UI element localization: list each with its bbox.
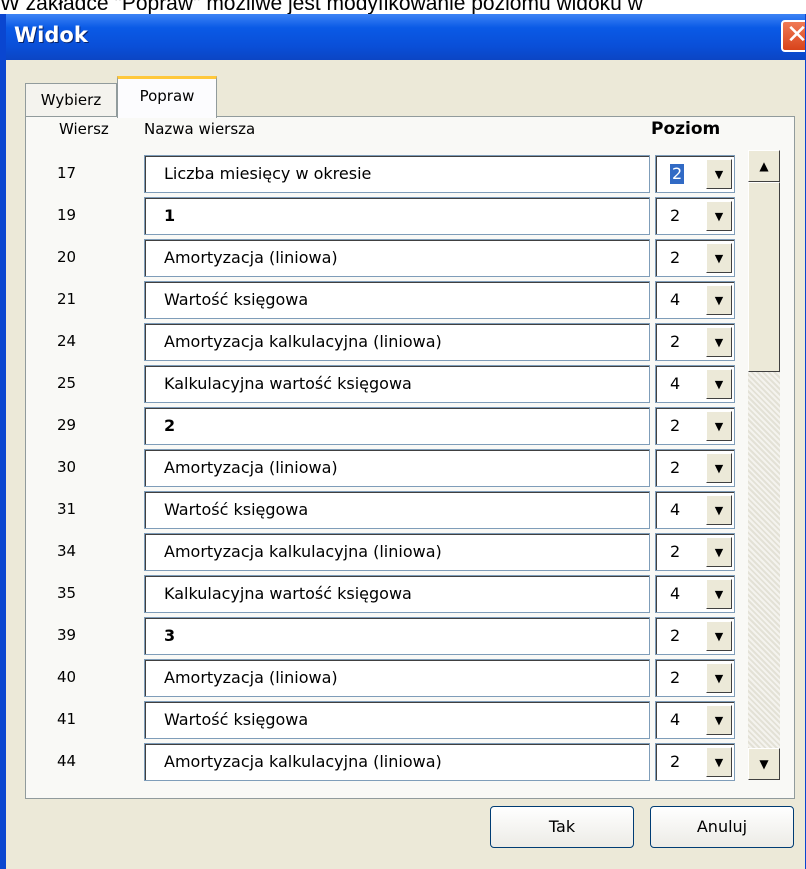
chevron-down-icon[interactable]: ▼ bbox=[706, 621, 732, 651]
row-number: 17 bbox=[57, 164, 77, 182]
ok-button[interactable]: Tak bbox=[490, 806, 634, 848]
level-select[interactable]: 2 ▼ bbox=[655, 197, 735, 235]
level-select[interactable]: 2 ▼ bbox=[655, 323, 735, 361]
chevron-down-icon[interactable]: ▼ bbox=[706, 159, 732, 189]
vertical-scrollbar[interactable]: ▲ ▼ bbox=[748, 150, 780, 780]
level-select[interactable]: 2 ▼ bbox=[655, 155, 735, 193]
tab-wybierz[interactable]: Wybierz bbox=[25, 83, 117, 117]
chevron-down-icon[interactable]: ▼ bbox=[706, 705, 732, 735]
chevron-down-icon[interactable]: ▼ bbox=[706, 411, 732, 441]
row-name-field[interactable]: 2 bbox=[144, 407, 650, 445]
chevron-down-icon[interactable]: ▼ bbox=[706, 369, 732, 399]
level-value: 2 bbox=[670, 542, 681, 561]
arrow-down-icon[interactable]: ▼ bbox=[748, 748, 780, 780]
chevron-down-icon[interactable]: ▼ bbox=[706, 663, 732, 693]
row-number: 31 bbox=[57, 500, 77, 518]
row-name-field[interactable]: Wartość księgowa bbox=[144, 491, 650, 529]
chevron-down-icon[interactable]: ▼ bbox=[706, 537, 732, 567]
arrow-up-icon[interactable]: ▲ bbox=[748, 150, 780, 182]
level-select[interactable]: 2 ▼ bbox=[655, 239, 735, 277]
level-select[interactable]: 2 ▼ bbox=[655, 533, 735, 571]
row-name-field[interactable]: Amortyzacja kalkulacyjna (liniowa) bbox=[144, 533, 650, 571]
column-header-row: Wiersz bbox=[59, 120, 109, 138]
column-header-level: Poziom bbox=[651, 119, 721, 139]
level-select[interactable]: 4 ▼ bbox=[655, 701, 735, 739]
row-name-field[interactable]: Kalkulacyjna wartość księgowa bbox=[144, 365, 650, 403]
chevron-down-icon[interactable]: ▼ bbox=[706, 285, 732, 315]
chevron-down-icon[interactable]: ▼ bbox=[706, 201, 732, 231]
chevron-down-icon[interactable]: ▼ bbox=[706, 243, 732, 273]
column-header-name: Nazwa wiersza bbox=[144, 120, 256, 138]
chevron-down-icon[interactable]: ▼ bbox=[706, 327, 732, 357]
level-value: 2 bbox=[670, 248, 681, 267]
row-number: 21 bbox=[57, 290, 77, 308]
row-number: 35 bbox=[57, 584, 77, 602]
row-name-field[interactable]: Wartość księgowa bbox=[144, 281, 650, 319]
level-value: 2 bbox=[670, 164, 685, 184]
row-name-field[interactable]: Amortyzacja (liniowa) bbox=[144, 659, 650, 697]
level-value: 4 bbox=[670, 374, 681, 393]
row-name-field[interactable]: Kalkulacyjna wartość księgowa bbox=[144, 575, 650, 613]
level-value: 2 bbox=[670, 752, 681, 771]
row-number: 19 bbox=[57, 206, 77, 224]
level-value: 4 bbox=[670, 290, 681, 309]
row-name-field[interactable]: 1 bbox=[144, 197, 650, 235]
level-select[interactable]: 2 ▼ bbox=[655, 617, 735, 655]
row-number: 41 bbox=[57, 710, 77, 728]
level-select[interactable]: 2 ▼ bbox=[655, 743, 735, 781]
level-value: 2 bbox=[670, 332, 681, 351]
row-name-field[interactable]: Liczba miesięcy w okresie bbox=[144, 155, 650, 193]
row-number: 24 bbox=[57, 332, 77, 350]
level-value: 2 bbox=[670, 458, 681, 477]
level-value: 2 bbox=[670, 416, 681, 435]
row-number: 29 bbox=[57, 416, 77, 434]
level-select[interactable]: 4 ▼ bbox=[655, 491, 735, 529]
tab-popraw[interactable]: Popraw bbox=[117, 76, 217, 118]
close-icon[interactable]: ✕ bbox=[781, 20, 805, 52]
chevron-down-icon[interactable]: ▼ bbox=[706, 495, 732, 525]
row-number: 20 bbox=[57, 248, 77, 266]
row-name-field[interactable]: 3 bbox=[144, 617, 650, 655]
row-name-field[interactable]: Amortyzacja kalkulacyjna (liniowa) bbox=[144, 743, 650, 781]
row-number: 44 bbox=[57, 752, 77, 770]
level-value: 4 bbox=[670, 500, 681, 519]
row-name-field[interactable]: Amortyzacja (liniowa) bbox=[144, 449, 650, 487]
level-select[interactable]: 2 ▼ bbox=[655, 407, 735, 445]
level-select[interactable]: 4 ▼ bbox=[655, 281, 735, 319]
chevron-down-icon[interactable]: ▼ bbox=[706, 747, 732, 777]
level-value: 4 bbox=[670, 584, 681, 603]
level-select[interactable]: 4 ▼ bbox=[655, 365, 735, 403]
title-bar[interactable]: Widok ✕ bbox=[6, 14, 805, 60]
scrollbar-thumb[interactable] bbox=[748, 182, 780, 372]
row-number: 39 bbox=[57, 626, 77, 644]
chevron-down-icon[interactable]: ▼ bbox=[706, 579, 732, 609]
chevron-down-icon[interactable]: ▼ bbox=[706, 453, 732, 483]
level-select[interactable]: 2 ▼ bbox=[655, 449, 735, 487]
level-value: 2 bbox=[670, 206, 681, 225]
level-select[interactable]: 2 ▼ bbox=[655, 659, 735, 697]
row-name-field[interactable]: Amortyzacja (liniowa) bbox=[144, 239, 650, 277]
row-number: 30 bbox=[57, 458, 77, 476]
window-title: Widok bbox=[14, 23, 88, 47]
level-value: 2 bbox=[670, 626, 681, 645]
row-number: 40 bbox=[57, 668, 77, 686]
level-value: 4 bbox=[670, 710, 681, 729]
cancel-button[interactable]: Anuluj bbox=[650, 806, 794, 848]
row-name-field[interactable]: Wartość księgowa bbox=[144, 701, 650, 739]
row-number: 34 bbox=[57, 542, 77, 560]
level-select[interactable]: 4 ▼ bbox=[655, 575, 735, 613]
row-number: 25 bbox=[57, 374, 77, 392]
row-name-field[interactable]: Amortyzacja kalkulacyjna (liniowa) bbox=[144, 323, 650, 361]
level-value: 2 bbox=[670, 668, 681, 687]
